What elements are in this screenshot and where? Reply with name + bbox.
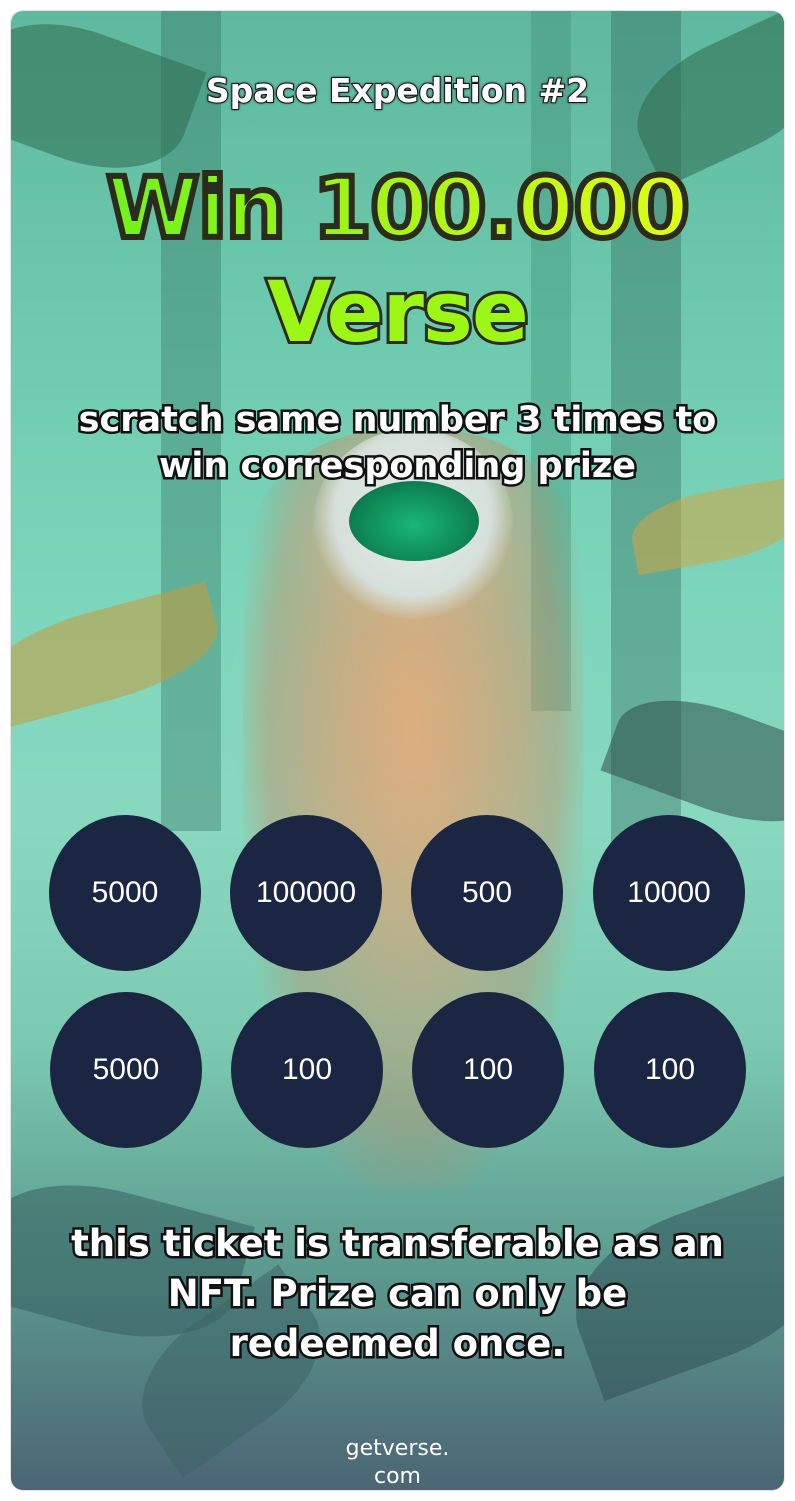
- scratch-field[interactable]: 10000: [593, 815, 745, 971]
- scratch-field-grid: 5000 100000 500 10000 5000 100 100 100: [49, 815, 749, 1155]
- prize-headline-currency: Verse: [264, 260, 532, 364]
- instructions-text: scratch same number 3 times to win corre…: [76, 398, 719, 489]
- transfer-disclaimer: this ticket is transferable as an NFT. P…: [69, 1220, 727, 1368]
- scratch-field[interactable]: 5000: [49, 815, 201, 971]
- scratch-ticket: Space Expedition #2 Win 100.000 Verse sc…: [11, 11, 784, 1490]
- scratch-field[interactable]: 100: [412, 992, 564, 1148]
- series-title: Space Expedition #2: [205, 70, 590, 111]
- scratch-field[interactable]: 100000: [230, 815, 382, 971]
- scratch-field[interactable]: 100: [594, 992, 746, 1148]
- scratch-field[interactable]: 5000: [50, 992, 202, 1148]
- footer-line: getverse.: [345, 1436, 450, 1461]
- prize-headline-amount: Win 100.000: [11, 156, 784, 260]
- prize-headline: Win 100.000 Verse: [11, 156, 784, 364]
- footer-line: com: [374, 1464, 421, 1489]
- footer-link[interactable]: getverse. com: [11, 1435, 784, 1490]
- scratch-field[interactable]: 500: [411, 815, 563, 971]
- scratch-field[interactable]: 100: [231, 992, 383, 1148]
- helmet-visor: [349, 481, 479, 561]
